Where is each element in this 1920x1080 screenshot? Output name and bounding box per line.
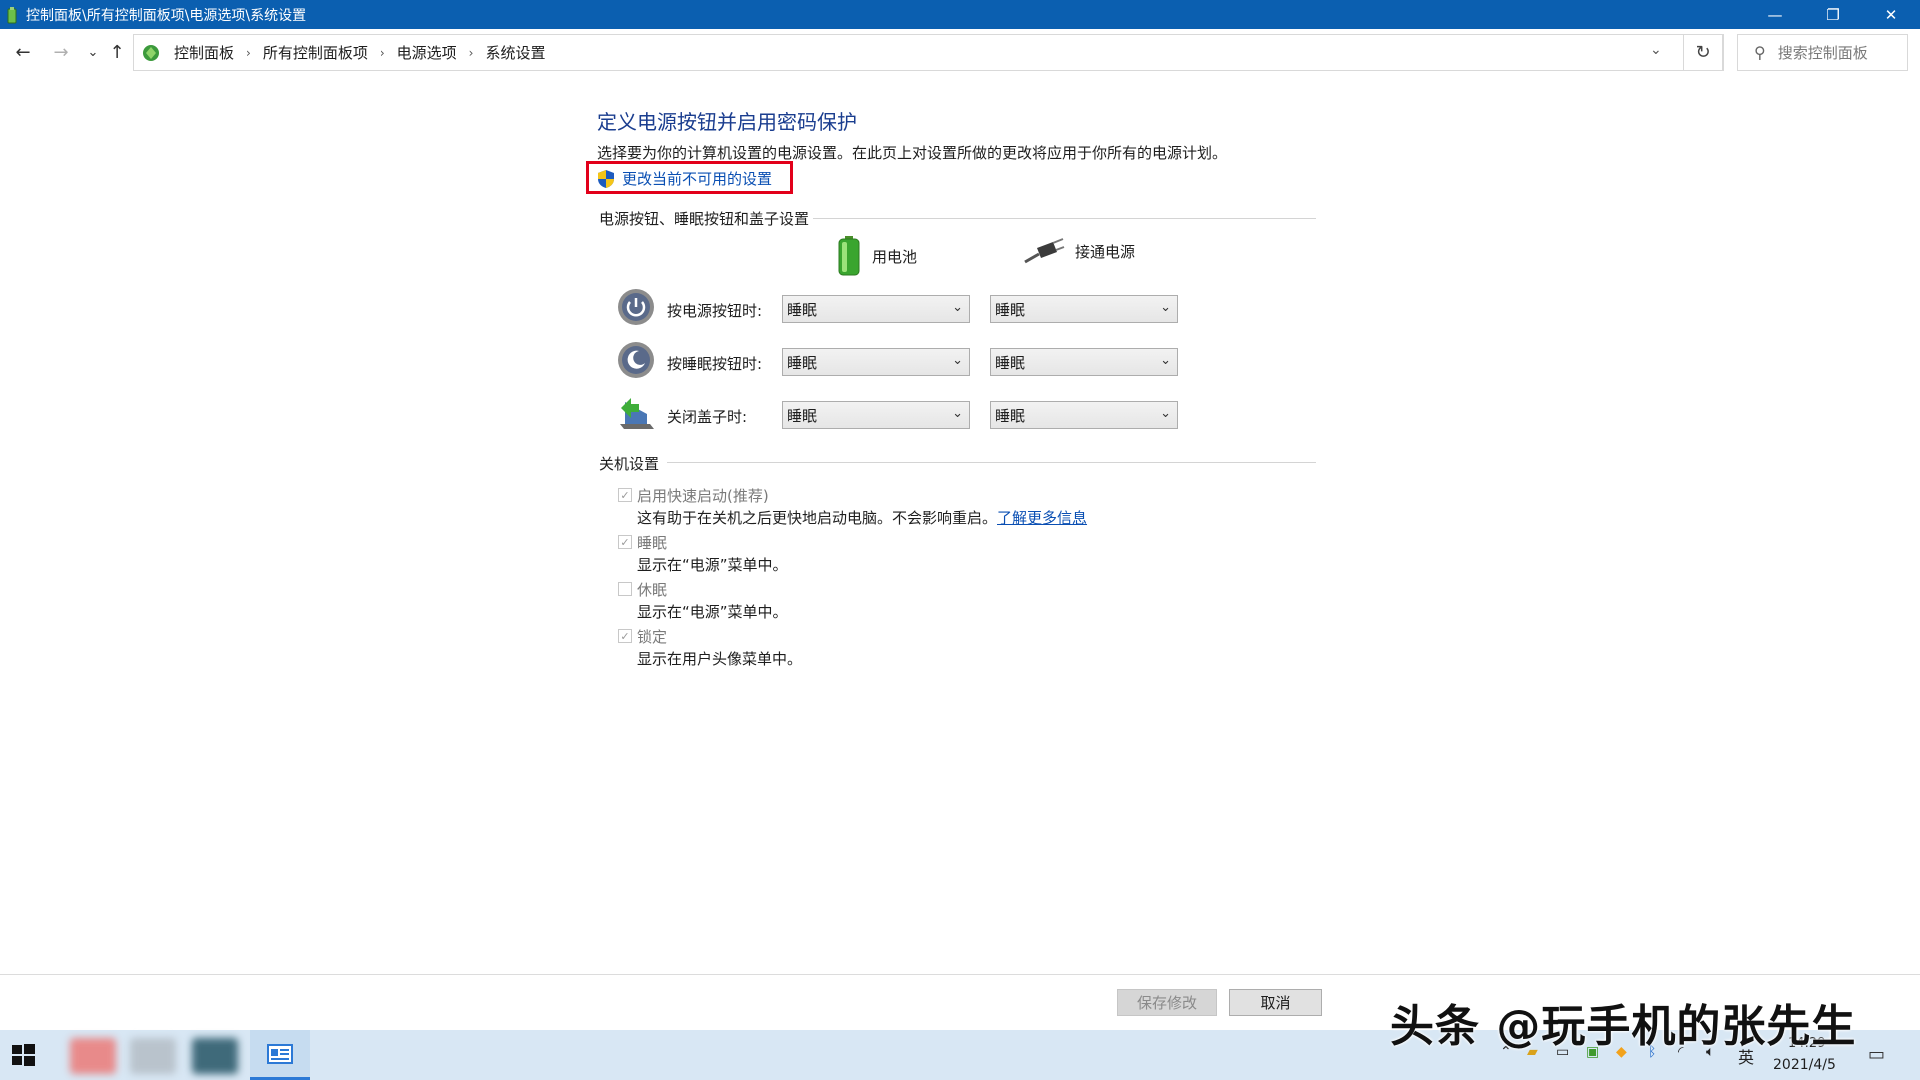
fast-startup-label: 启用快速启动(推荐) <box>637 487 769 505</box>
fast-startup-checkbox[interactable]: ✓ <box>618 488 632 502</box>
taskbar-app-icon[interactable] <box>130 1038 176 1074</box>
power-button-icon <box>618 289 654 325</box>
lock-checkbox[interactable]: ✓ <box>618 629 632 643</box>
back-arrow-icon[interactable]: ← <box>11 40 35 64</box>
search-placeholder: 搜索控制面板 <box>1777 44 1868 62</box>
section-divider <box>667 462 1316 463</box>
action-center-icon[interactable]: ▭ <box>1868 1044 1885 1065</box>
hibernate-label: 休眠 <box>637 581 668 599</box>
uac-shield-icon <box>598 169 614 188</box>
plugged-column-header: 接通电源 <box>1023 236 1135 266</box>
taskbar-app-icon[interactable] <box>70 1038 116 1074</box>
restore-button[interactable]: ❐ <box>1804 0 1862 29</box>
chevron-right-icon[interactable]: › <box>380 46 385 60</box>
fast-startup-description-text: 这有助于在关机之后更快地启动电脑。不会影响重启。 <box>637 509 998 527</box>
chevron-down-icon: ⌄ <box>952 406 963 421</box>
title-bar: 控制面板\所有控制面板项\电源选项\系统设置 — ❐ ✕ <box>0 0 1920 29</box>
chevron-down-icon: ⌄ <box>952 353 963 368</box>
chevron-down-icon: ⌄ <box>1160 300 1171 315</box>
taskbar-app-icon[interactable] <box>192 1038 238 1074</box>
plugged-column-label: 接通电源 <box>1075 242 1136 261</box>
power-section-title: 电源按钮、睡眠按钮和盖子设置 <box>599 210 810 228</box>
sleep-button-battery-select[interactable]: 睡眠 ⌄ <box>782 348 970 376</box>
breadcrumb-power-options[interactable]: 电源选项 <box>397 42 457 63</box>
power-button-label: 按电源按钮时: <box>667 302 763 320</box>
search-icon: ⚲ <box>1754 43 1766 62</box>
lid-close-battery-select[interactable]: 睡眠 ⌄ <box>782 401 970 429</box>
close-button[interactable]: ✕ <box>1862 0 1920 29</box>
search-input[interactable]: ⚲ 搜索控制面板 <box>1737 34 1908 71</box>
power-button-battery-select[interactable]: 睡眠 ⌄ <box>782 295 970 323</box>
page-description: 选择要为你的计算机设置的电源设置。在此页上对设置所做的更改将应用于你所有的电源计… <box>597 144 1228 162</box>
forward-arrow-icon[interactable]: → <box>49 40 73 64</box>
lid-close-plugged-select[interactable]: 睡眠 ⌄ <box>990 401 1178 429</box>
select-value: 睡眠 <box>787 353 818 372</box>
select-value: 睡眠 <box>787 300 818 319</box>
power-plug-icon <box>1024 238 1065 264</box>
battery-column-label: 用电池 <box>872 247 918 266</box>
address-dropdown-chevron-icon[interactable]: ⌄ <box>1650 42 1662 58</box>
hibernate-checkbox[interactable] <box>618 582 632 596</box>
section-divider <box>813 218 1316 219</box>
select-value: 睡眠 <box>995 353 1026 372</box>
chevron-right-icon[interactable]: › <box>246 46 251 60</box>
breadcrumb-system-settings[interactable]: 系统设置 <box>485 42 545 63</box>
battery-icon <box>838 236 860 276</box>
taskbar-control-panel-button[interactable] <box>250 1030 310 1080</box>
breadcrumb-control-panel[interactable]: 控制面板 <box>174 42 234 63</box>
footer-divider <box>0 974 1920 975</box>
control-panel-location-icon <box>143 44 159 61</box>
fast-startup-description: 这有助于在关机之后更快地启动电脑。不会影响重启。了解更多信息 <box>637 507 1087 528</box>
select-value: 睡眠 <box>995 300 1026 319</box>
main-content: 定义电源按钮并启用密码保护 选择要为你的计算机设置的电源设置。在此页上对设置所做… <box>0 78 1920 974</box>
select-value: 睡眠 <box>787 406 818 425</box>
control-panel-window-icon <box>267 1043 293 1064</box>
laptop-lid-icon <box>620 398 654 429</box>
power-button-plugged-select[interactable]: 睡眠 ⌄ <box>990 295 1178 323</box>
change-settings-label: 更改当前不可用的设置 <box>622 170 773 188</box>
page-title: 定义电源按钮并启用密码保护 <box>597 110 857 134</box>
lock-label: 锁定 <box>637 628 668 646</box>
hibernate-description: 显示在“电源”菜单中。 <box>637 603 788 621</box>
chevron-down-icon: ⌄ <box>1160 353 1171 368</box>
clock-date[interactable]: 2021/4/5 <box>1773 1057 1836 1073</box>
select-value: 睡眠 <box>995 406 1026 425</box>
battery-column-header: 用电池 <box>836 236 917 276</box>
chevron-down-icon: ⌄ <box>1160 406 1171 421</box>
windows-start-icon[interactable] <box>10 1042 36 1068</box>
sleep-checkbox[interactable]: ✓ <box>618 535 632 549</box>
learn-more-link[interactable]: 了解更多信息 <box>997 509 1087 527</box>
address-box[interactable]: 控制面板 › 所有控制面板项 › 电源选项 › 系统设置 <box>133 34 1724 71</box>
sleep-button-icon <box>618 342 654 378</box>
cancel-button[interactable]: 取消 <box>1229 989 1322 1016</box>
breadcrumb-all-items[interactable]: 所有控制面板项 <box>263 42 368 63</box>
sleep-label: 睡眠 <box>637 534 668 552</box>
sleep-button-plugged-select[interactable]: 睡眠 ⌄ <box>990 348 1178 376</box>
sleep-button-label: 按睡眠按钮时: <box>667 355 763 373</box>
sleep-description: 显示在“电源”菜单中。 <box>637 556 788 574</box>
shutdown-section-title: 关机设置 <box>599 455 660 473</box>
control-panel-app-icon <box>7 6 17 23</box>
recent-locations-chevron-icon[interactable]: ⌄ <box>81 40 105 64</box>
window-title: 控制面板\所有控制面板项\电源选项\系统设置 <box>26 7 307 24</box>
lid-close-label: 关闭盖子时: <box>667 408 748 426</box>
save-changes-button[interactable]: 保存修改 <box>1117 989 1217 1016</box>
watermark-text: 头条 @玩手机的张先生 <box>1390 1001 1857 1052</box>
refresh-icon[interactable]: ↻ <box>1683 34 1723 71</box>
up-arrow-icon[interactable]: ↑ <box>105 40 129 64</box>
navigation-bar: ← → ⌄ ↑ 控制面板 › 所有控制面板项 › 电源选项 › 系统设置 ⌄ ↻… <box>0 29 1920 78</box>
chevron-right-icon[interactable]: › <box>469 46 474 60</box>
lock-description: 显示在用户头像菜单中。 <box>637 650 803 668</box>
chevron-down-icon: ⌄ <box>952 300 963 315</box>
change-settings-link[interactable]: 更改当前不可用的设置 <box>597 168 772 189</box>
minimize-button[interactable]: — <box>1746 0 1804 29</box>
